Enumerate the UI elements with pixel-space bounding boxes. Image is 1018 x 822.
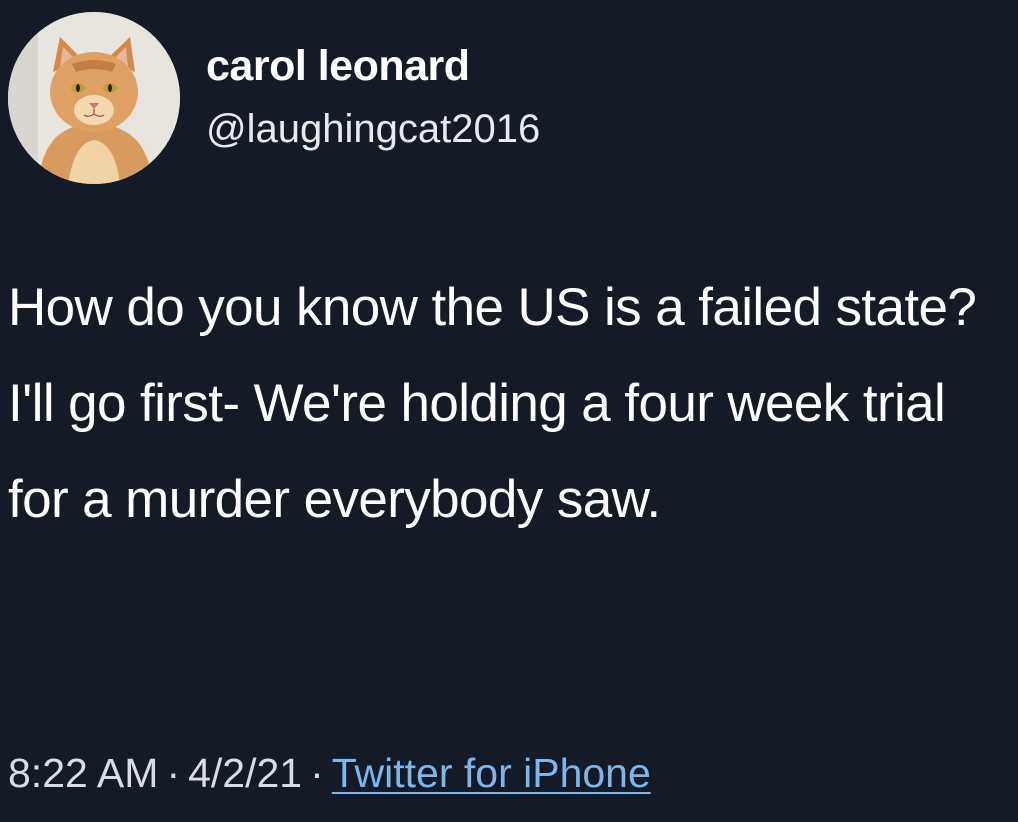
- tweet-metadata: 8:22 AM · 4/2/21 · Twitter for iPhone: [8, 745, 651, 801]
- avatar[interactable]: [8, 12, 180, 184]
- display-name[interactable]: carol leonard: [206, 40, 470, 92]
- meta-separator: ·: [166, 750, 181, 796]
- tweet-card: carol leonard @laughingcat2016 How do yo…: [0, 0, 1018, 822]
- tweet-source-link[interactable]: Twitter for iPhone: [332, 750, 651, 796]
- tweet-time: 8:22 AM: [8, 750, 159, 796]
- meta-separator: ·: [310, 750, 324, 796]
- cat-photo-icon: [8, 12, 180, 184]
- user-handle[interactable]: @laughingcat2016: [206, 104, 540, 154]
- tweet-text: How do you know the US is a failed state…: [8, 278, 977, 529]
- tweet-date: 4/2/21: [188, 750, 303, 796]
